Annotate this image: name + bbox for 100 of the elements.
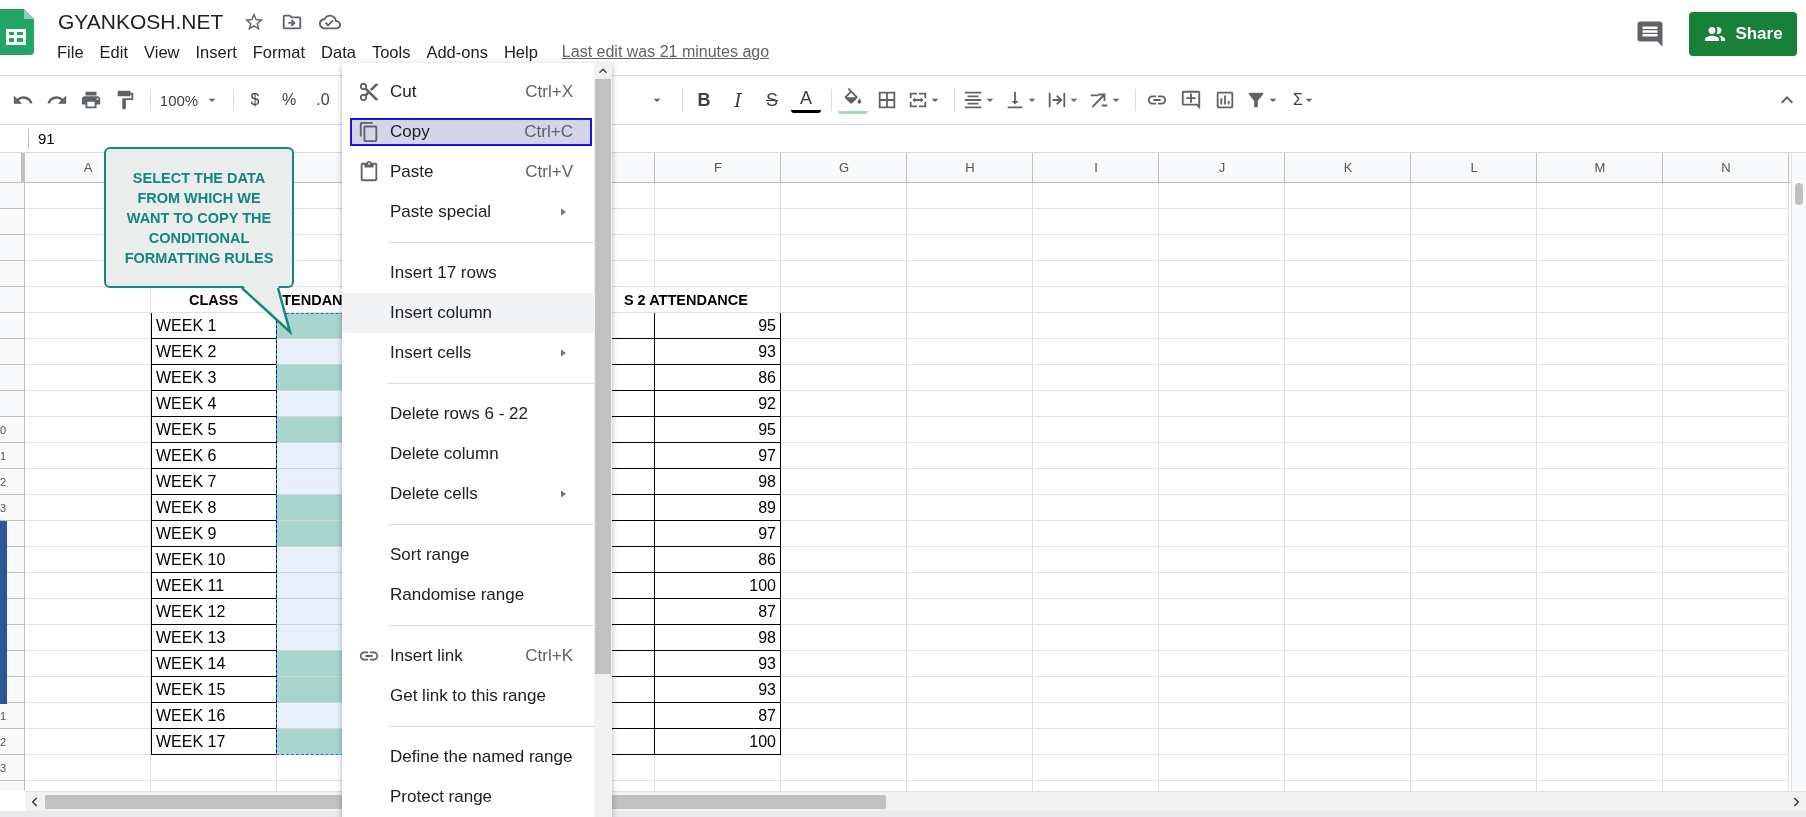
keyboard-shortcut: Ctrl+K — [525, 646, 573, 666]
bold-button[interactable]: B — [689, 84, 719, 116]
menu-item[interactable]: Format — [244, 39, 314, 65]
column-header[interactable]: L — [1470, 160, 1478, 175]
table-cell: WEEK 5 — [151, 417, 277, 443]
menu-item[interactable]: Copy Ctrl+C — [350, 118, 592, 146]
table-cell: WEEK 11 — [151, 573, 277, 599]
menu-item[interactable]: View — [136, 39, 188, 65]
column-header[interactable]: H — [965, 160, 975, 175]
table-cell: WEEK 9 — [151, 521, 277, 547]
menu-item[interactable]: Paste special — [342, 192, 594, 232]
vertical-scrollbar[interactable] — [1791, 153, 1806, 791]
row-number[interactable]: 0 — [0, 424, 7, 436]
table-cell: WEEK 2 — [151, 339, 277, 365]
formula-input[interactable]: 91 — [38, 128, 55, 149]
scissors-icon — [358, 81, 380, 103]
zoom-dropdown[interactable]: 100% — [157, 84, 223, 116]
menu-item[interactable]: Get link to this range — [342, 676, 594, 716]
text-color-button[interactable]: A — [791, 87, 821, 113]
menu-item[interactable]: Define the named range — [342, 737, 594, 777]
table-cell: WEEK 7 — [151, 469, 277, 495]
table-cell: WEEK 13 — [151, 625, 277, 651]
menu-item[interactable]: Delete cells — [342, 474, 594, 514]
column-header[interactable]: A — [83, 160, 93, 175]
share-button[interactable]: Share — [1689, 12, 1797, 56]
menu-item[interactable]: Help — [495, 39, 546, 65]
menu-item[interactable]: Insert — [187, 39, 245, 65]
table-cell: WEEK 8 — [151, 495, 277, 521]
fill-color-button[interactable] — [838, 86, 868, 114]
menu-item[interactable]: Cut Ctrl+X — [342, 72, 594, 112]
column-header[interactable]: N — [1721, 160, 1731, 175]
scrollbar-thumb[interactable] — [1795, 183, 1803, 205]
table-cell: WEEK 16 — [151, 703, 277, 729]
column-header[interactable]: M — [1594, 160, 1606, 175]
menu-item[interactable]: Randomise range — [342, 575, 594, 615]
menu-item[interactable]: Insert column — [342, 293, 594, 333]
align-icon — [962, 89, 984, 111]
table-cell: 89 — [655, 495, 781, 521]
table-cell: 93 — [655, 339, 781, 365]
menu-item[interactable]: Insert link Ctrl+K — [342, 636, 594, 676]
column-title: TENDAN — [282, 292, 343, 308]
menu-item[interactable]: Paste Ctrl+V — [342, 152, 594, 192]
column-header[interactable]: I — [1094, 160, 1098, 175]
table-cell: WEEK 1 — [151, 313, 277, 339]
table-cell: 98 — [655, 469, 781, 495]
italic-button[interactable]: I — [723, 84, 753, 116]
borders-icon — [876, 89, 898, 111]
menu-item[interactable]: Insert cells — [342, 333, 594, 373]
table-cell: 100 — [655, 729, 781, 755]
menu-item[interactable]: Sort range — [342, 535, 594, 575]
table-cell: 98 — [655, 625, 781, 651]
table-cell: 97 — [655, 443, 781, 469]
decimal-format-button[interactable]: .0 — [308, 84, 338, 116]
table-cell: 93 — [655, 651, 781, 677]
copy-icon — [358, 121, 380, 143]
menu-scrollbar[interactable] — [594, 63, 612, 817]
menu-item[interactable]: Data — [313, 39, 364, 65]
menu-item[interactable]: Add-ons — [418, 39, 496, 65]
table-cell: 97 — [655, 521, 781, 547]
keyboard-shortcut: Ctrl+C — [524, 122, 573, 142]
menu-item[interactable]: Protect range — [342, 777, 594, 817]
table-cell: WEEK 14 — [151, 651, 277, 677]
table-cell: WEEK 17 — [151, 729, 277, 755]
menu-item[interactable]: File — [49, 39, 92, 65]
print-icon — [80, 89, 102, 111]
table-cell: 86 — [655, 365, 781, 391]
menu-item[interactable]: Delete column — [342, 434, 594, 474]
callout: SELECT THE DATA FROM WHICH WE WANT TO COPY THE CONDITIONAL FORMATTING RULES — [104, 147, 294, 288]
percent-format-button[interactable]: % — [274, 84, 304, 116]
table-cell: WEEK 10 — [151, 547, 277, 573]
row-number[interactable]: 3 — [0, 762, 7, 774]
menu-item[interactable]: Tools — [363, 39, 419, 65]
menu-item[interactable]: Delete rows 6 - 22 — [342, 394, 594, 434]
last-edit-link[interactable]: Last edit was 21 minutes ago — [561, 43, 770, 61]
column-header[interactable]: K — [1343, 160, 1353, 175]
document-title[interactable]: GYANKOSH.NET — [58, 10, 224, 34]
row-number[interactable]: 2 — [0, 736, 7, 748]
column-header[interactable]: G — [838, 160, 850, 175]
comment-icon — [1635, 19, 1665, 49]
row-number[interactable]: 2 — [0, 476, 7, 488]
currency-format-button[interactable]: $ — [240, 84, 270, 116]
table-cell: 95 — [655, 417, 781, 443]
menu-item[interactable]: Insert 17 rows — [342, 253, 594, 293]
star-icon — [243, 11, 266, 33]
functions-dropdown[interactable]: Σ — [1286, 84, 1324, 116]
row-number[interactable]: 3 — [0, 502, 7, 514]
scrollbar-thumb[interactable] — [595, 79, 611, 674]
add-comment-icon — [1180, 89, 1202, 111]
row-number[interactable]: 1 — [0, 710, 7, 722]
row-number[interactable]: 1 — [0, 450, 7, 462]
keyboard-shortcut: Ctrl+X — [525, 82, 573, 102]
sheets-logo-icon[interactable] — [0, 9, 34, 55]
table-cell: WEEK 12 — [151, 599, 277, 625]
table-cell: 87 — [655, 703, 781, 729]
chart-icon — [1214, 89, 1236, 111]
column-header[interactable]: F — [714, 160, 722, 175]
column-header[interactable]: J — [1218, 160, 1226, 175]
column-title: S 2 ATTENDANCE — [623, 292, 748, 308]
strikethrough-button[interactable]: S — [757, 84, 787, 116]
menu-item[interactable]: Edit — [91, 39, 137, 65]
